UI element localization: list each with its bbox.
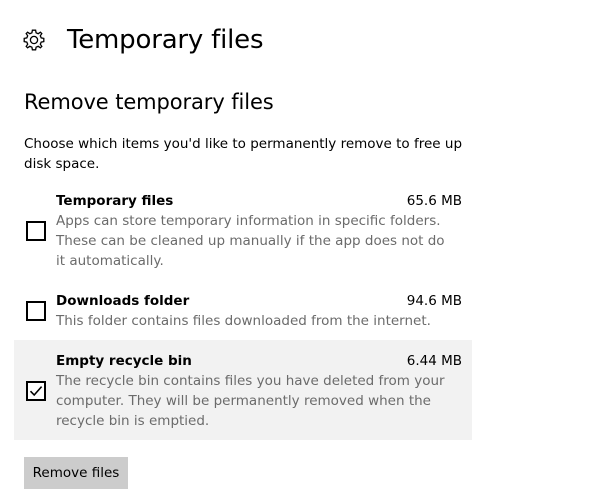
- empty-recycle-bin-checkbox[interactable]: [26, 381, 46, 401]
- intro-text: Choose which items you'd like to permane…: [24, 136, 463, 172]
- gear-icon: [23, 29, 45, 51]
- list-item-downloads-folder[interactable]: Downloads folder 94.6 MB This folder con…: [14, 290, 472, 334]
- item-description: Apps can store temporary information in …: [56, 213, 445, 269]
- list-item-temporary-files[interactable]: Temporary files 65.6 MB Apps can store t…: [14, 190, 472, 274]
- item-description: This folder contains files downloaded fr…: [56, 313, 431, 329]
- list-item-empty-recycle-bin[interactable]: Empty recycle bin 6.44 MB The recycle bi…: [14, 340, 472, 440]
- downloads-folder-checkbox[interactable]: [26, 301, 46, 321]
- item-name: Empty recycle bin: [56, 353, 192, 369]
- item-size: 65.6 MB: [406, 193, 462, 209]
- page-title: Temporary files: [67, 25, 264, 55]
- item-size: 6.44 MB: [406, 353, 462, 369]
- item-name: Temporary files: [56, 193, 174, 209]
- section-title: Remove temporary files: [24, 90, 274, 114]
- remove-files-button[interactable]: Remove files: [24, 457, 128, 489]
- item-name: Downloads folder: [56, 293, 190, 309]
- temporary-files-checkbox[interactable]: [26, 221, 46, 241]
- page-header: Temporary files: [22, 20, 264, 60]
- checkmark-icon: [29, 386, 43, 397]
- item-size: 94.6 MB: [406, 293, 462, 309]
- item-description: The recycle bin contains files you have …: [56, 373, 445, 429]
